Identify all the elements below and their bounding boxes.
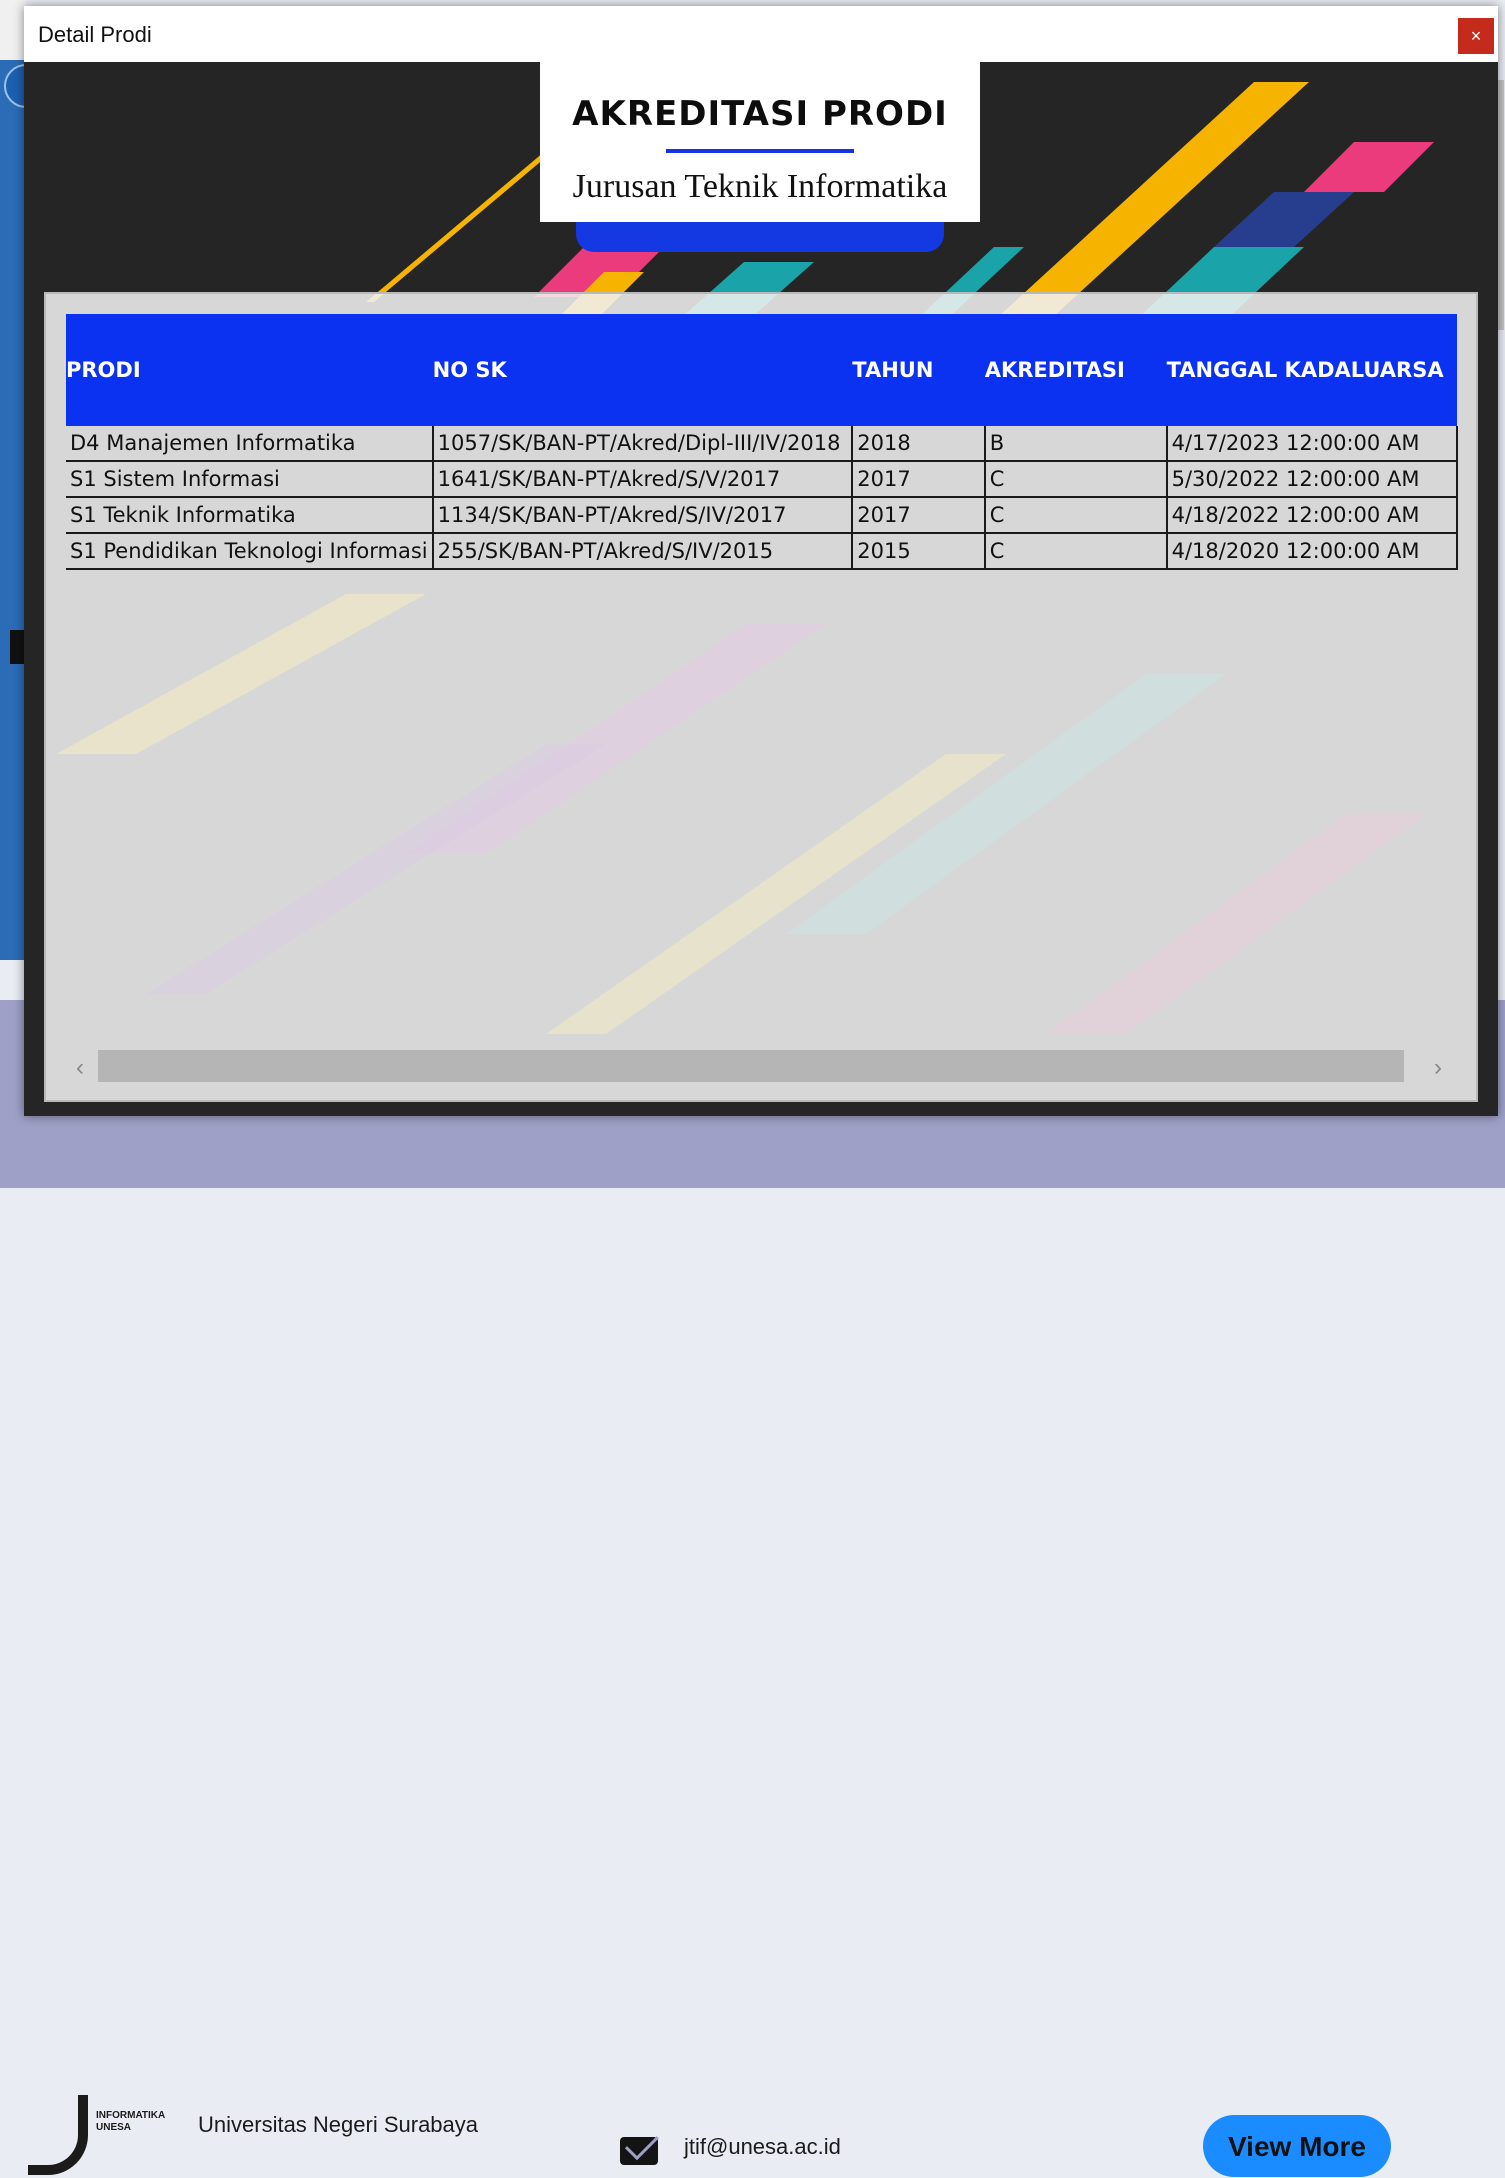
column-header-no-sk[interactable]: NO SK: [432, 314, 853, 426]
cell-tanggal-kadaluarsa[interactable]: 4/18/2022 12:00:00 AM: [1166, 497, 1459, 534]
cell-akreditasi[interactable]: B: [984, 426, 1168, 462]
page-subtitle: Jurusan Teknik Informatika: [572, 168, 948, 205]
column-header-tahun[interactable]: TAHUN: [852, 314, 985, 426]
header-card: AKREDITASI PRODI Jurusan Teknik Informat…: [540, 62, 980, 222]
dialog-titlebar[interactable]: Detail Prodi ×: [24, 6, 1498, 62]
jtif-logo: [28, 2095, 88, 2175]
dialog-title: Detail Prodi: [38, 22, 152, 47]
logo-caption-line1: INFORMATIKA: [96, 2110, 166, 2121]
table-row[interactable]: S1 Sistem Informasi 1641/SK/BAN-PT/Akred…: [66, 461, 1459, 498]
cell-prodi[interactable]: S1 Sistem Informasi: [66, 461, 434, 498]
cell-akreditasi[interactable]: C: [984, 461, 1168, 498]
logo-caption: INFORMATIKA UNESA: [96, 2110, 165, 2134]
background-banner: [0, 60, 26, 960]
cell-no-sk[interactable]: 1057/SK/BAN-PT/Akred/Dipl-III/IV/2018: [432, 426, 854, 462]
logo-caption-line2: UNESA: [96, 2122, 132, 2133]
data-grid: PRODI NO SK TAHUN AKREDITASI TANGGAL KAD…: [66, 314, 1459, 570]
table-row[interactable]: D4 Manajemen Informatika 1057/SK/BAN-PT/…: [66, 426, 1459, 462]
cell-tahun[interactable]: 2015: [852, 533, 986, 570]
table-header-row: PRODI NO SK TAHUN AKREDITASI TANGGAL KAD…: [66, 314, 1457, 426]
cell-tahun[interactable]: 2017: [852, 497, 986, 534]
cell-no-sk[interactable]: 1134/SK/BAN-PT/Akred/S/IV/2017: [432, 497, 854, 534]
data-grid-panel: PRODI NO SK TAHUN AKREDITASI TANGGAL KAD…: [44, 292, 1478, 1102]
accreditation-table: PRODI NO SK TAHUN AKREDITASI TANGGAL KAD…: [66, 314, 1459, 570]
table-row[interactable]: S1 Pendidikan Teknologi Informasi 255/SK…: [66, 533, 1459, 570]
cell-tanggal-kadaluarsa[interactable]: 4/18/2020 12:00:00 AM: [1166, 533, 1459, 570]
view-more-button[interactable]: View More: [1203, 2115, 1391, 2177]
cell-akreditasi[interactable]: C: [984, 497, 1168, 534]
header-accent-bar: [576, 222, 944, 252]
cell-akreditasi[interactable]: C: [984, 533, 1168, 570]
cell-prodi[interactable]: S1 Pendidikan Teknologi Informasi: [66, 533, 434, 570]
cell-tahun[interactable]: 2017: [852, 461, 986, 498]
table-row[interactable]: S1 Teknik Informatika 1134/SK/BAN-PT/Akr…: [66, 497, 1459, 534]
title-underline: [666, 149, 854, 153]
background-toolbar: [0, 0, 26, 60]
cell-tanggal-kadaluarsa[interactable]: 4/17/2023 12:00:00 AM: [1166, 426, 1459, 462]
detail-prodi-dialog: Detail Prodi × AKREDITASI PRODI Jurusan …: [24, 6, 1498, 1116]
column-header-tanggal-kadaluarsa[interactable]: TANGGAL KADALUARSA: [1166, 314, 1457, 426]
cell-tahun[interactable]: 2018: [852, 426, 986, 462]
dialog-content: AKREDITASI PRODI Jurusan Teknik Informat…: [24, 62, 1498, 1116]
scroll-left-arrow-icon[interactable]: ‹: [76, 1054, 84, 1082]
university-name: Universitas Negeri Surabaya: [198, 2112, 479, 2137]
horizontal-scrollbar[interactable]: [98, 1050, 1404, 1082]
cell-prodi[interactable]: S1 Teknik Informatika: [66, 497, 434, 534]
close-button[interactable]: ×: [1458, 18, 1494, 54]
mail-icon: [620, 2137, 658, 2165]
scroll-right-arrow-icon[interactable]: ›: [1434, 1054, 1442, 1082]
column-header-akreditasi[interactable]: AKREDITASI: [984, 314, 1167, 426]
cell-prodi[interactable]: D4 Manajemen Informatika: [66, 426, 434, 462]
cell-tanggal-kadaluarsa[interactable]: 5/30/2022 12:00:00 AM: [1166, 461, 1459, 498]
email-link[interactable]: jtif@unesa.ac.id: [684, 2134, 841, 2160]
cell-no-sk[interactable]: 1641/SK/BAN-PT/Akred/S/V/2017: [432, 461, 854, 498]
column-header-prodi[interactable]: PRODI: [66, 314, 433, 426]
cell-no-sk[interactable]: 255/SK/BAN-PT/Akred/S/IV/2015: [432, 533, 854, 570]
page-title: AKREDITASI PRODI: [572, 94, 948, 134]
